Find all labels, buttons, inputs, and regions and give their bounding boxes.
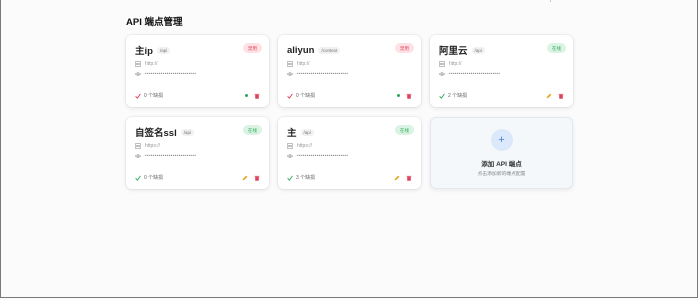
trash-icon[interactable] xyxy=(406,93,412,99)
check-icon xyxy=(135,175,141,181)
server-icon xyxy=(439,60,445,67)
endpoint-name: 阿里云 xyxy=(439,46,468,57)
endpoint-path-tag: /api xyxy=(300,128,314,136)
server-icon xyxy=(287,142,293,149)
eye-icon[interactable] xyxy=(287,71,293,77)
edit-icon[interactable] xyxy=(394,175,400,181)
check-icon xyxy=(287,93,293,99)
trash-icon[interactable] xyxy=(254,175,260,181)
eye-icon[interactable] xyxy=(135,153,141,159)
add-endpoint-subtitle: 点击添加新的端点配置 xyxy=(477,172,526,177)
endpoint-name: 主 xyxy=(287,128,297,139)
endpoint-path-tag: /api xyxy=(471,46,485,54)
endpoint-path-tag: /context xyxy=(318,46,341,54)
endpoint-card[interactable]: 阿里云 /api 在线 http:// ••••••••••••••••••••… xyxy=(430,35,573,107)
endpoint-card[interactable]: aliyun /context 禁用 http:// •••••••••••••… xyxy=(278,35,421,107)
masked-api-key: •••••••••••••••••••••••••• xyxy=(449,71,501,76)
server-icon xyxy=(135,142,141,149)
check-icon xyxy=(135,93,141,99)
endpoint-name: 自签名ssl xyxy=(135,128,177,139)
eye-icon[interactable] xyxy=(135,71,141,77)
masked-api-key: •••••••••••••••••••••••••• xyxy=(297,153,349,158)
endpoint-url: http:// xyxy=(145,60,158,67)
status-badge: 在线 xyxy=(547,43,566,53)
eye-icon[interactable] xyxy=(439,71,445,77)
endpoint-url: https:// xyxy=(145,142,161,149)
model-count: 2 个缺损 xyxy=(448,93,468,99)
server-icon xyxy=(135,60,141,67)
masked-api-key: •••••••••••••••••••••••••• xyxy=(297,71,349,76)
endpoint-url: http:// xyxy=(449,60,462,67)
masked-api-key: •••••••••••••••••••••••••• xyxy=(145,153,197,158)
endpoint-path-tag: /api xyxy=(180,128,194,136)
trash-icon[interactable] xyxy=(406,175,412,181)
edit-icon[interactable] xyxy=(546,93,552,99)
model-count: 0 个缺损 xyxy=(144,175,164,181)
add-endpoint-card[interactable]: + 添加 API 端点 点击添加新的端点配置 xyxy=(430,117,573,189)
eye-icon[interactable] xyxy=(287,153,293,159)
endpoint-card[interactable]: 自签名ssl /api 在线 https:// ••••••••••••••••… xyxy=(126,117,269,189)
status-badge: 禁用 xyxy=(395,43,414,53)
endpoint-url: http:// xyxy=(297,60,310,67)
server-icon xyxy=(287,60,293,67)
status-dot-icon[interactable] xyxy=(396,93,400,98)
endpoint-name: aliyun xyxy=(287,44,315,56)
edit-icon[interactable] xyxy=(242,175,248,181)
status-badge: 在线 xyxy=(395,125,414,135)
endpoint-grid: 主ip /api 禁用 http:// ••••••••••••••••••••… xyxy=(126,35,573,189)
check-icon xyxy=(287,175,293,181)
trash-icon[interactable] xyxy=(254,93,260,99)
endpoint-url: https:// xyxy=(297,142,313,149)
status-badge: 禁用 xyxy=(243,43,262,53)
endpoint-card[interactable]: 主 /api 在线 https:// •••••••••••••••••••••… xyxy=(278,117,421,189)
endpoint-card[interactable]: 主ip /api 禁用 http:// ••••••••••••••••••••… xyxy=(126,35,269,107)
endpoint-name: 主ip xyxy=(135,46,153,57)
trash-icon[interactable] xyxy=(558,93,564,99)
endpoint-path-tag: /api xyxy=(156,46,171,54)
plus-icon[interactable]: + xyxy=(490,129,513,151)
status-badge: 在线 xyxy=(243,125,262,135)
model-count: 3 个缺损 xyxy=(296,175,316,181)
masked-api-key: •••••••••••••••••••••••••• xyxy=(145,71,197,76)
corner-mark: ' xyxy=(550,1,552,7)
check-icon xyxy=(439,93,445,99)
page-title: API 端点管理 xyxy=(126,17,183,28)
model-count: 0 个缺损 xyxy=(144,93,164,99)
add-endpoint-title: 添加 API 端点 xyxy=(481,161,522,168)
status-dot-icon[interactable] xyxy=(244,93,248,98)
model-count: 0 个缺损 xyxy=(296,93,316,99)
